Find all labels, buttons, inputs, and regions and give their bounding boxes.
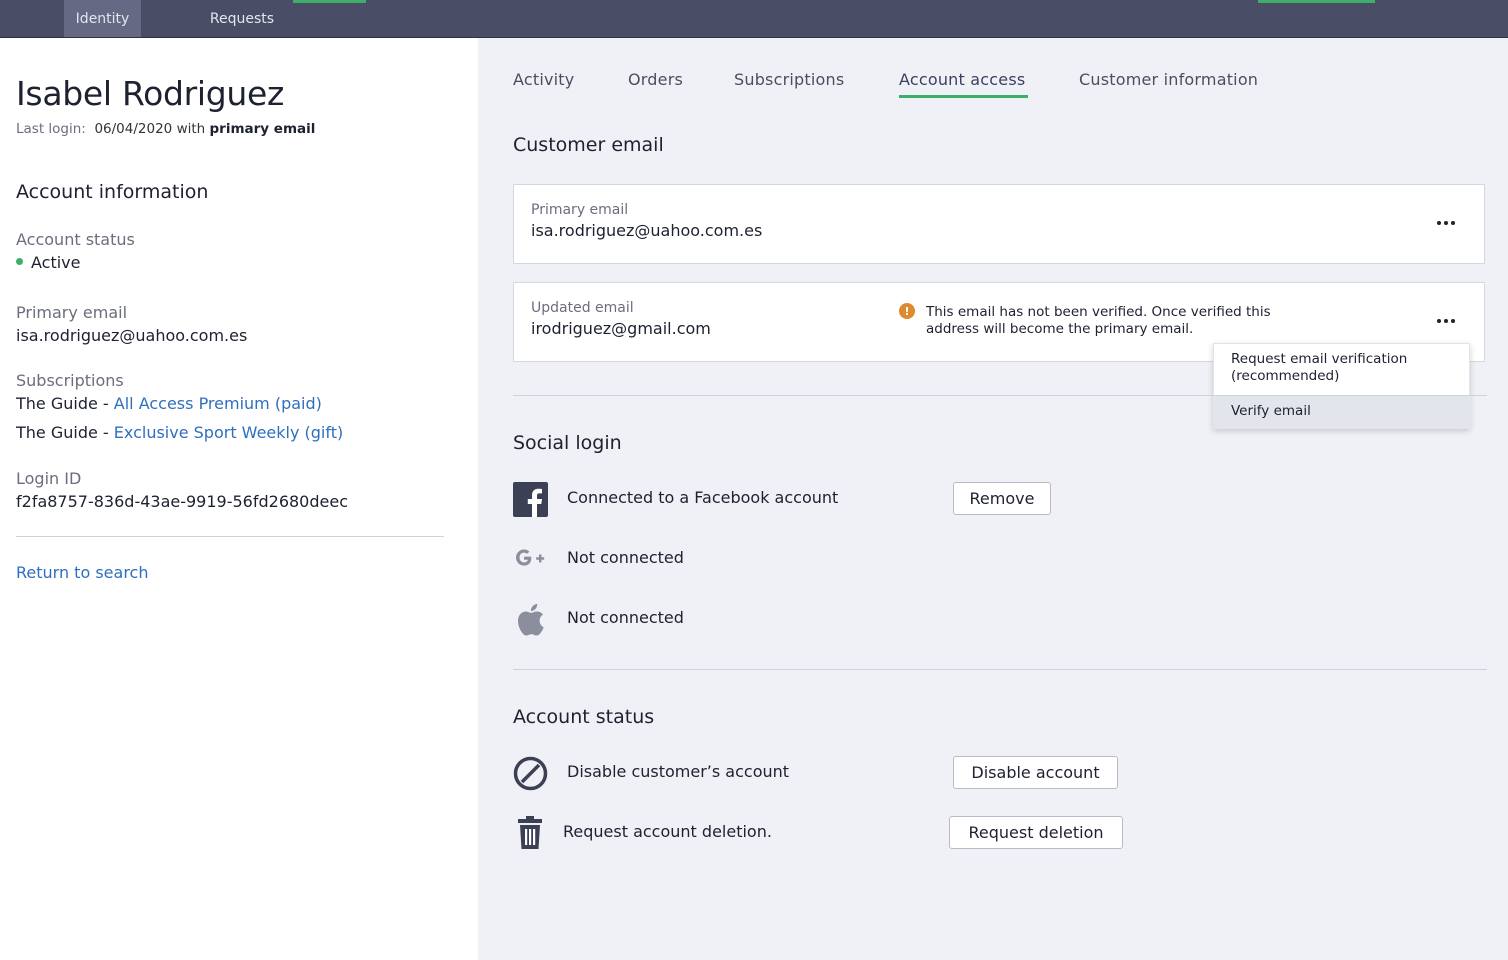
primary-email-label: Primary email (16, 303, 128, 322)
subscriptions-label: Subscriptions (16, 371, 124, 390)
customer-email-heading: Customer email (513, 134, 664, 156)
login-id-label: Login ID (16, 469, 82, 488)
subscription-publication: The Guide (16, 423, 98, 442)
topnav-tab-identity[interactable]: Identity (64, 0, 141, 37)
customer-name: Isabel Rodriguez (16, 74, 285, 113)
account-status-label: Account status (16, 230, 135, 249)
tab-orders[interactable]: Orders (628, 70, 683, 89)
return-to-search-link[interactable]: Return to search (16, 563, 148, 582)
updated-email-more-icon[interactable] (1434, 311, 1458, 331)
last-login-method: primary email (209, 121, 316, 137)
warning-icon: ! (899, 303, 915, 319)
updated-email-card-value: irodriguez@gmail.com (531, 319, 711, 338)
last-login-label: Last login: (16, 121, 86, 137)
status-dot-icon (16, 258, 23, 265)
facebook-status-text: Connected to a Facebook account (567, 488, 839, 507)
apple-icon (512, 601, 548, 637)
subscription-item: The Guide - Exclusive Sport Weekly (gift… (16, 423, 343, 442)
primary-email-card-value: isa.rodriguez@uahoo.com.es (531, 221, 763, 240)
disable-account-button[interactable]: Disable account (953, 756, 1118, 789)
social-login-heading: Social login (513, 432, 622, 454)
subscription-link-premium[interactable]: All Access Premium (paid) (114, 394, 322, 413)
updated-email-card-label: Updated email (531, 300, 634, 316)
last-login-date: 06/04/2020 (94, 121, 173, 137)
request-deletion-button[interactable]: Request deletion (949, 816, 1123, 849)
subscription-publication: The Guide (16, 394, 98, 413)
menu-item-request-verification[interactable]: Request email verification (recommended) (1214, 351, 1471, 391)
tab-account-access[interactable]: Account access (899, 70, 1025, 89)
primary-email-more-icon[interactable] (1434, 213, 1458, 233)
facebook-icon (512, 481, 548, 517)
topbar-accent-right (1258, 0, 1375, 3)
google-plus-icon (512, 541, 548, 577)
tab-customer-information[interactable]: Customer information (1079, 70, 1258, 89)
account-status-text: Active (31, 253, 81, 272)
account-information-heading: Account information (16, 181, 209, 203)
sidebar-divider (16, 536, 444, 537)
unverified-email-warning: This email has not been verified. Once v… (926, 304, 1326, 338)
tab-activity[interactable]: Activity (513, 70, 574, 89)
customer-sidebar: Isabel Rodriguez Last login: 06/04/2020 … (0, 38, 478, 960)
topnav-tab-requests[interactable]: Requests (198, 0, 286, 37)
subscription-separator: - (97, 423, 114, 442)
subscription-separator: - (97, 394, 114, 413)
warning-line: address will become the primary email. (926, 321, 1194, 337)
menu-item-sublabel: (recommended) (1231, 368, 1340, 384)
section-divider (513, 669, 1487, 670)
primary-email-card-label: Primary email (531, 202, 629, 218)
trash-icon (512, 815, 548, 851)
tab-subscriptions[interactable]: Subscriptions (734, 70, 844, 89)
section-divider (513, 395, 1487, 396)
apple-status-text: Not connected (567, 608, 684, 627)
active-tab-indicator (899, 95, 1028, 98)
subscription-link-sport-weekly[interactable]: Exclusive Sport Weekly (gift) (114, 423, 343, 442)
disable-icon (512, 755, 548, 791)
topbar-accent-left (293, 0, 366, 3)
top-navigation-bar: Identity Requests (0, 0, 1508, 38)
account-status-heading: Account status (513, 706, 655, 728)
login-id-value: f2fa8757-836d-43ae-9919-56fd2680deec (16, 492, 348, 511)
disable-account-text: Disable customer’s account (567, 762, 790, 781)
last-login-with: with (176, 121, 206, 137)
primary-email-value: isa.rodriguez@uahoo.com.es (16, 326, 248, 345)
menu-item-label: Request email verification (1231, 351, 1408, 367)
account-status-value: Active (16, 253, 81, 272)
warning-line: This email has not been verified. Once v… (926, 304, 1271, 320)
request-deletion-text: Request account deletion. (563, 822, 772, 841)
menu-item-verify-email[interactable]: Verify email (1214, 395, 1471, 429)
remove-facebook-button[interactable]: Remove (953, 482, 1051, 515)
primary-email-card: Primary email isa.rodriguez@uahoo.com.es (513, 184, 1485, 264)
google-status-text: Not connected (567, 548, 684, 567)
subscription-item: The Guide - All Access Premium (paid) (16, 394, 322, 413)
email-actions-menu: Request email verification (recommended)… (1213, 343, 1471, 429)
last-login: Last login: 06/04/2020 with primary emai… (16, 121, 315, 137)
